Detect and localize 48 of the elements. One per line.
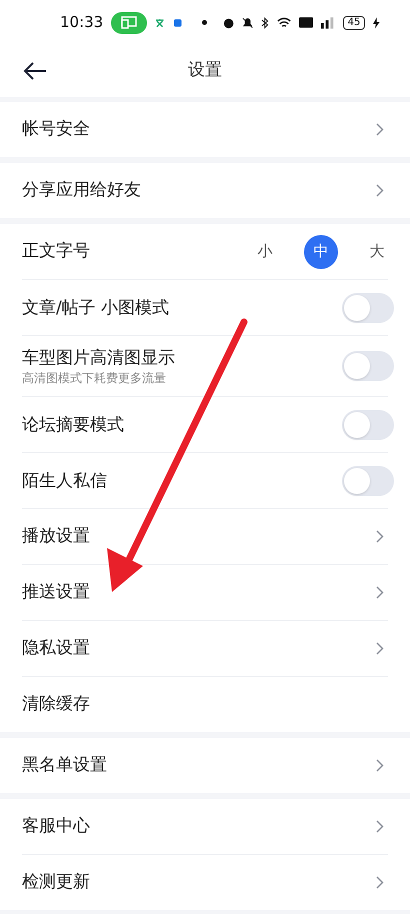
chevron-right-icon [376,642,384,655]
chevron-right-icon [376,876,384,889]
font-size-option[interactable]: 大 [360,234,394,268]
settings-row[interactable]: 客服中心 [22,799,410,854]
row-label: 文章/帖子 小图模式 [22,296,170,320]
page-title: 设置 [188,59,222,82]
bluetooth-icon [261,16,270,28]
status-time: 10:33 [60,12,104,34]
row-label: 分享应用给好友 [22,178,141,202]
toggle-switch[interactable] [342,351,394,381]
row-label: 检测更新 [22,870,90,894]
wifi-icon [277,16,292,28]
toggle-switch[interactable] [342,410,394,440]
app-icon [172,18,182,28]
mute-bell-icon [242,16,254,28]
row-label: 帐号安全 [22,118,90,141]
settings-row[interactable]: 隐私设置 [22,621,410,676]
row-label: 播放设置 [22,524,90,548]
row-hint: 高清图模式下耗费更多流量 [22,370,167,386]
chevron-right-icon [376,586,384,599]
toggle-switch[interactable] [342,292,394,322]
row-label: 客服中心 [22,814,90,838]
font-size-option[interactable]: 小 [248,234,282,268]
row-label: 陌生人私信 [22,470,107,492]
row-label: 正文字号 [22,240,90,263]
settings-row[interactable]: 检测更新 [22,855,410,910]
settings-row[interactable]: 清除缓存 [22,677,410,732]
chevron-right-icon [376,820,384,833]
charging-icon [373,16,380,28]
chevron-right-icon [376,123,384,136]
app-icon [155,18,165,28]
chevron-right-icon [376,530,384,543]
row-label: 清除缓存 [22,692,90,716]
row-label: 黑名单设置 [22,754,107,777]
row-label: 推送设置 [22,580,90,604]
toggle-switch[interactable] [342,466,394,496]
chevron-right-icon [376,759,384,772]
row-label: 车型图片高清图显示 [22,347,175,370]
chevron-right-icon [376,184,384,197]
battery-indicator: 45 [342,16,366,30]
signal-icon [321,16,335,28]
row-label: 论坛摘要模式 [22,414,124,436]
screen-share-icon [111,12,148,34]
settings-row[interactable]: 播放设置 [22,509,410,564]
row-label: 隐私设置 [22,636,90,660]
back-arrow-icon [23,61,47,81]
settings-row[interactable]: 推送设置 [22,565,410,620]
font-size-option[interactable]: 中 [304,234,338,268]
